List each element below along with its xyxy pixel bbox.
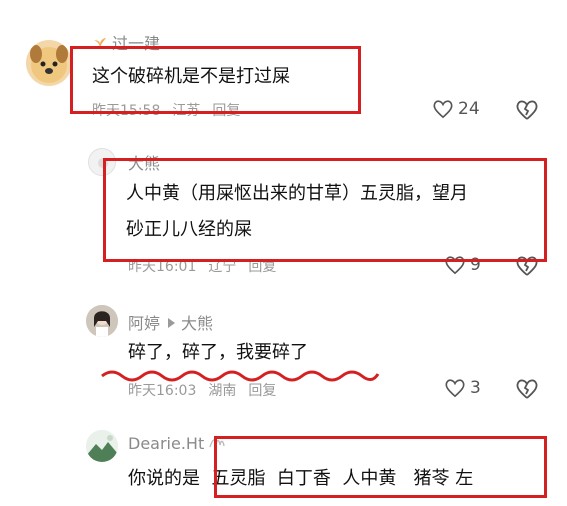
username[interactable]: Dearie.Ht [128, 434, 226, 453]
like-button[interactable]: 3 [444, 378, 481, 398]
reply-to-arrow-icon [168, 318, 176, 328]
broken-heart-icon [516, 100, 538, 120]
avatar[interactable] [26, 40, 72, 86]
like-count: 24 [458, 99, 480, 119]
red-squiggle-underline [101, 370, 380, 382]
dog-avatar-icon [30, 45, 68, 83]
like-button[interactable]: 24 [432, 99, 480, 119]
highlight-box [70, 46, 361, 114]
like-count: 3 [470, 378, 481, 398]
comment-3: 阿婷 大熊 碎了，碎了，我要碎了 昨天16:03 湖南 回复 3 [0, 300, 567, 410]
timestamp: 昨天16:03 [128, 383, 197, 399]
avatar[interactable] [86, 305, 118, 337]
username-text: Dearie.Ht [128, 434, 205, 453]
comment-text: 碎了，碎了，我要碎了 [128, 342, 308, 363]
broken-heart-icon [516, 379, 538, 399]
landscape-avatar-icon [86, 430, 118, 462]
girl-avatar-icon [86, 305, 118, 337]
highlight-box [103, 158, 547, 262]
avatar[interactable] [86, 430, 118, 462]
location: 湖南 [208, 383, 237, 399]
heart-icon [445, 379, 465, 398]
username[interactable]: 阿婷 大熊 [128, 310, 213, 334]
highlight-box [214, 436, 547, 498]
dislike-button[interactable] [515, 99, 539, 125]
dislike-button[interactable] [515, 378, 539, 404]
username-text: 阿婷 [128, 314, 161, 333]
reply-to-user[interactable]: 大熊 [181, 314, 213, 333]
heart-icon [433, 100, 453, 119]
comment-text-prefix: 你说的是 [128, 468, 200, 489]
reply-button[interactable]: 回复 [248, 383, 276, 399]
